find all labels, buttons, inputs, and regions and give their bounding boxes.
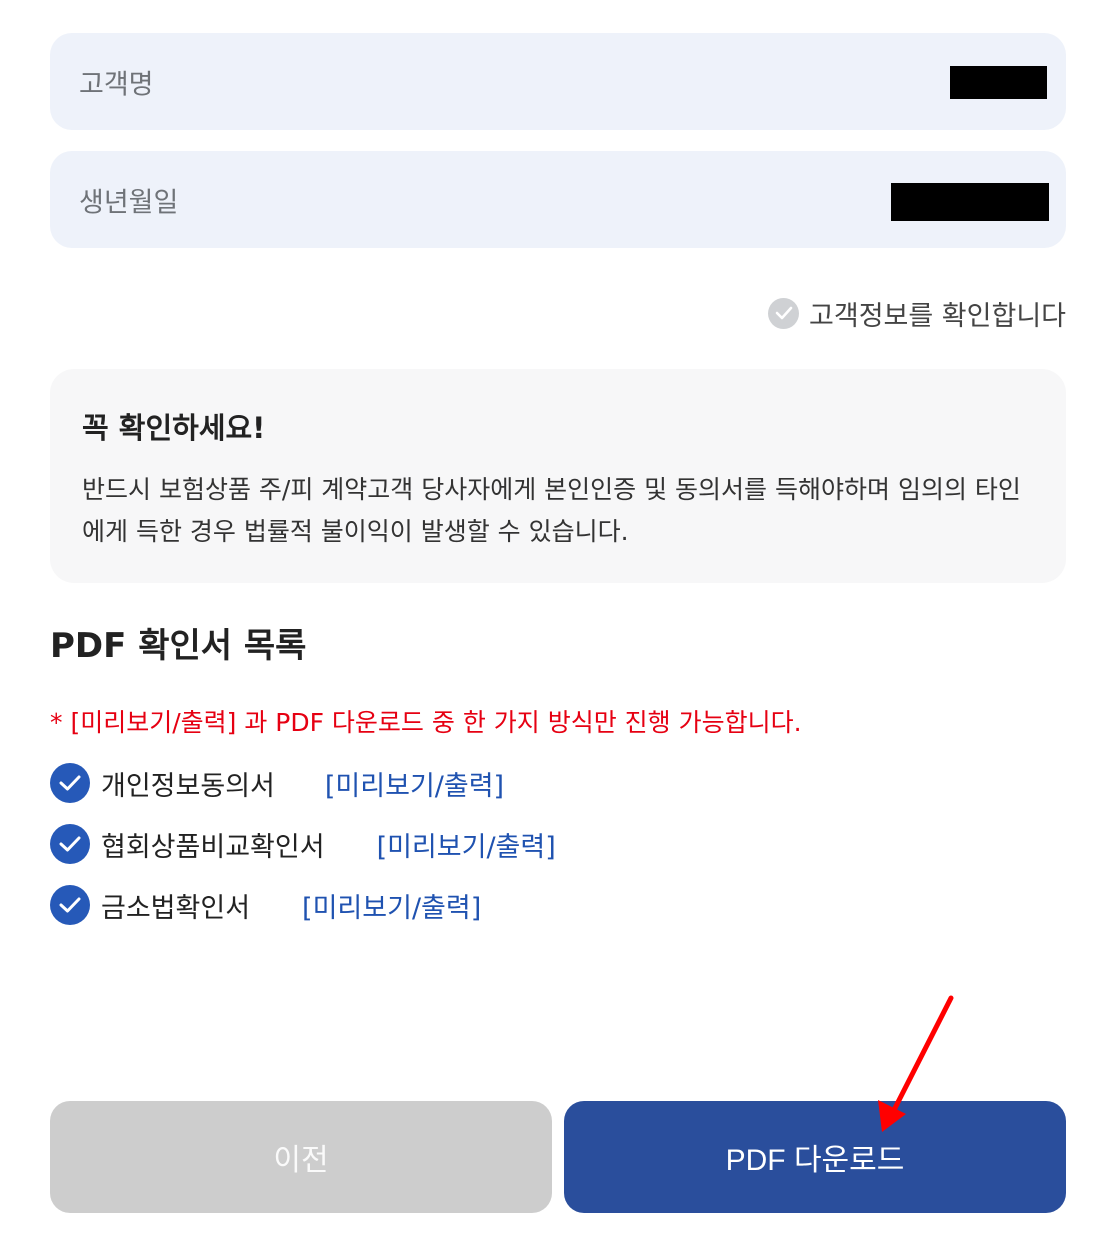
notice-body: 반드시 보험상품 주/피 계약고객 당사자에게 본인인증 및 동의서를 득해야하… [82,475,1021,546]
customer-name-field: 고객명 [50,33,1066,130]
doc-item-privacy-consent: 개인정보동의서 [미리보기/출력] [50,763,504,803]
checked-circle-icon[interactable] [50,824,90,864]
pdf-list-warning: * [미리보기/출력] 과 PDF 다운로드 중 한 가지 방식만 진행 가능합… [50,708,802,737]
pdf-download-button[interactable]: PDF 다운로드 [564,1101,1066,1213]
doc-preview-print-link[interactable]: [미리보기/출력] [325,764,504,803]
doc-item-name: 금소법확인서 [101,892,251,924]
doc-item-name: 협회상품비교확인서 [101,831,325,863]
prev-button[interactable]: 이전 [50,1101,552,1213]
doc-item-name: 개인정보동의서 [101,770,275,802]
birth-date-field: 생년월일 [50,151,1066,248]
notice-box: 꼭 확인하세요! 반드시 보험상품 주/피 계약고객 당사자에게 본인인증 및 … [50,369,1066,583]
doc-preview-print-link[interactable]: [미리보기/출력] [302,886,481,925]
doc-preview-print-link[interactable]: [미리보기/출력] [377,825,556,864]
notice-title: 꼭 확인하세요! [82,411,266,445]
birth-date-redacted-value [891,183,1049,221]
doc-item-consumer-protection: 금소법확인서 [미리보기/출력] [50,885,481,925]
customer-info-confirm-checkbox[interactable]: 고객정보를 확인합니다 [768,293,1066,333]
checked-circle-icon[interactable] [50,885,90,925]
customer-info-confirm-label: 고객정보를 확인합니다 [809,300,1066,332]
customer-name-redacted-value [950,66,1047,99]
check-circle-icon [768,297,800,329]
birth-date-label: 생년월일 [79,187,179,218]
pdf-list-title: PDF 확인서 목록 [50,626,307,666]
customer-name-label: 고객명 [79,69,154,100]
checked-circle-icon[interactable] [50,763,90,803]
doc-item-product-comparison: 협회상품비교확인서 [미리보기/출력] [50,824,556,864]
pdf-confirm-page: 고객명 생년월일 고객정보를 확인합니다 꼭 확인하세요! 반드시 보험상품 주… [0,0,1093,1247]
